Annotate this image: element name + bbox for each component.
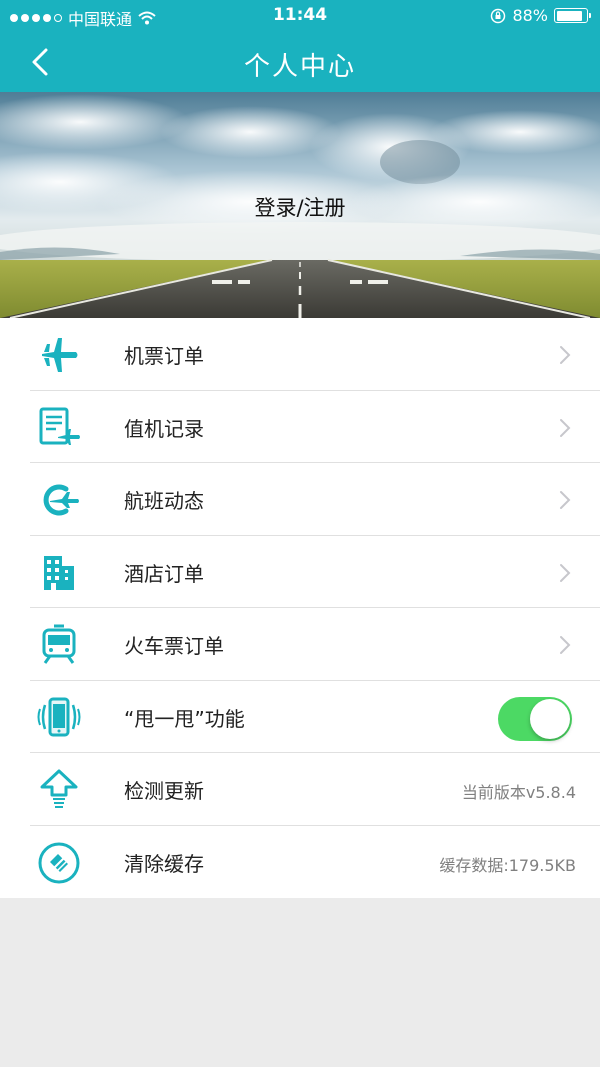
orientation-lock-icon bbox=[491, 8, 506, 23]
list-item-train-orders[interactable]: 火车票订单 bbox=[0, 608, 600, 681]
list-item-clear-cache[interactable]: 清除缓存 缓存数据:179.5KB bbox=[0, 826, 600, 899]
cache-size-text: 缓存数据:179.5KB bbox=[439, 855, 576, 875]
hotel-building-icon bbox=[44, 555, 74, 590]
battery-percent: 88% bbox=[512, 6, 548, 25]
list-item-label: 值机记录 bbox=[124, 416, 204, 441]
list-item-shake-feature: “甩一甩”功能 bbox=[0, 681, 600, 753]
shake-phone-icon bbox=[37, 697, 81, 736]
battery-icon bbox=[554, 8, 591, 23]
list-item-label: 机票订单 bbox=[124, 344, 204, 368]
checkin-record-icon bbox=[39, 407, 80, 445]
flight-status-icon bbox=[43, 484, 79, 516]
nav-bar: 个人中心 bbox=[0, 32, 600, 92]
list-item-label: 航班动态 bbox=[124, 489, 204, 513]
airplane-icon bbox=[42, 338, 78, 372]
current-version-text: 当前版本v5.8.4 bbox=[461, 783, 576, 802]
top-bar: 中国联通 11:44 88% 个人中心 bbox=[0, 0, 600, 92]
clear-cache-icon bbox=[38, 842, 80, 883]
chevron-right-icon bbox=[560, 346, 571, 364]
chevron-right-icon bbox=[560, 636, 571, 654]
list-item-flight-status[interactable]: 航班动态 bbox=[0, 463, 600, 536]
shake-feature-toggle[interactable] bbox=[498, 696, 572, 741]
list-item-label: 检测更新 bbox=[124, 779, 204, 803]
status-bar: 中国联通 11:44 88% bbox=[0, 0, 600, 32]
login-register-link[interactable]: 登录/注册 bbox=[0, 192, 600, 222]
menu-list: 机票订单 值机记录 航班动态 酒店订单 火车票订单 “甩一甩”功能 检测更新 当… bbox=[0, 318, 600, 898]
list-item-checkin-records[interactable]: 值机记录 bbox=[0, 391, 600, 463]
list-item-label: 火车票订单 bbox=[124, 634, 224, 658]
list-item-check-update[interactable]: 检测更新 当前版本v5.8.4 bbox=[0, 753, 600, 826]
list-item-flight-orders[interactable]: 机票订单 bbox=[0, 318, 600, 391]
list-item-label: “甩一甩”功能 bbox=[124, 706, 245, 731]
chevron-right-icon bbox=[560, 491, 571, 509]
chevron-right-icon bbox=[560, 563, 571, 582]
list-item-label: 清除缓存 bbox=[124, 851, 204, 876]
hero-banner: 登录/注册 bbox=[0, 92, 600, 318]
update-arrow-icon bbox=[40, 769, 78, 808]
toggle-knob bbox=[530, 698, 570, 739]
chevron-right-icon bbox=[560, 418, 571, 437]
train-icon bbox=[42, 624, 76, 664]
list-item-label: 酒店订单 bbox=[124, 561, 204, 586]
page-title: 个人中心 bbox=[243, 52, 356, 82]
list-item-hotel-orders[interactable]: 酒店订单 bbox=[0, 536, 600, 608]
